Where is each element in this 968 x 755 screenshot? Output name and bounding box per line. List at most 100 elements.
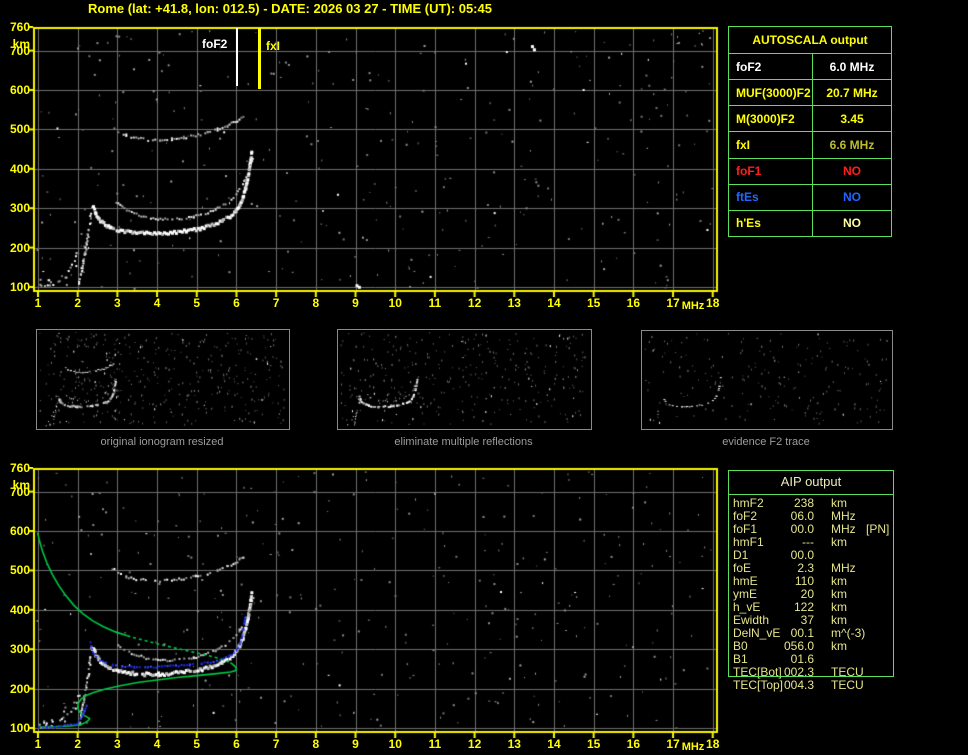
autoscala-row-label: foF2 — [729, 54, 813, 80]
autoscala-row-value: NO — [843, 190, 861, 205]
thumbnail-caption-original: original ionogram resized — [100, 436, 224, 448]
autoscala-table-row: M(3000)F2 3.45 — [729, 106, 891, 133]
autoscala-window: Rome (lat: +41.8, lon: 012.5) - DATE: 20… — [0, 0, 968, 755]
x-tick-label-top: 11 — [428, 296, 442, 310]
y-tick-label-top: 400 — [9, 161, 30, 176]
autoscala-row-value: 3.45 — [840, 111, 864, 126]
y-tick-label-bottom: 500 — [9, 563, 30, 578]
autoscala-output-table: AUTOSCALA output foF2 6.0 MHz MUF(3000)F2 2… — [728, 26, 892, 237]
y-tick-label-top: 600 — [9, 83, 30, 98]
autoscala-table-row: MUF(3000)F2 20.7 MHz — [729, 80, 891, 107]
thumbnail-canvas-evidence — [642, 331, 890, 427]
x-tick-label-bottom: 16 — [626, 737, 641, 751]
y-tick-label-bottom: 400 — [9, 602, 30, 617]
aip-row-value: 004.3 — [783, 678, 814, 692]
autoscala-table-row: foF1 NO — [729, 158, 891, 185]
x-tick-label-top: 8 — [312, 296, 320, 310]
x-tick-label-bottom: 8 — [312, 737, 320, 751]
autoscala-row-value: 6.0 MHz — [829, 59, 875, 74]
y-tick-label-top: 300 — [9, 201, 30, 216]
x-tick-label-bottom: 12 — [467, 737, 482, 751]
fof2-marker-label: foF2 — [202, 37, 228, 51]
x-tick-label-bottom: 13 — [507, 737, 521, 751]
x-tick-label-bottom: 10 — [388, 737, 402, 751]
x-tick-label-bottom: 7 — [272, 737, 280, 751]
x-axis-unit-top: MHz — [681, 300, 705, 312]
x-tick-label-top: 3 — [114, 296, 121, 310]
aip-row-unit: km — [831, 639, 847, 653]
x-tick-label-top: 5 — [193, 296, 201, 310]
y-tick-label-top: 760 — [9, 20, 30, 34]
x-tick-label-bottom: 9 — [352, 737, 359, 751]
autoscala-row-label: foF1 — [729, 158, 813, 184]
autoscala-row-label: M(3000)F2 — [729, 106, 813, 132]
x-tick-label-top: 1 — [34, 296, 42, 310]
y-tick-label-bottom: 300 — [9, 642, 30, 657]
autoscala-row-label: MUF(3000)F2 — [729, 80, 813, 106]
autoscala-row-value: 6.6 MHz — [829, 137, 875, 152]
x-tick-label-bottom: 14 — [547, 737, 561, 751]
x-tick-label-bottom: 3 — [114, 737, 121, 751]
x-tick-label-top: 9 — [352, 296, 359, 310]
x-tick-label-top: 13 — [507, 296, 521, 310]
x-tick-label-top: 14 — [547, 296, 561, 310]
autoscala-table-row: fxI 6.6 MHz — [729, 132, 891, 159]
x-tick-label-top: 10 — [388, 296, 402, 310]
x-tick-label-top: 7 — [272, 296, 280, 310]
x-tick-label-top: 15 — [586, 296, 601, 310]
thumbnail-canvas-original — [37, 330, 287, 427]
ionogram-canvas-top — [28, 26, 720, 297]
x-axis-unit-bottom: MHz — [681, 741, 705, 753]
autoscala-row-label: ftEs — [729, 184, 813, 210]
aip-row-unit: km — [831, 535, 847, 549]
autoscala-table-header: AUTOSCALA output — [729, 27, 891, 54]
autoscala-row-value: 20.7 MHz — [826, 85, 878, 100]
y-tick-label-bottom: 100 — [9, 721, 30, 735]
thumbnail-evidence-f2 — [641, 330, 893, 430]
page-title: Rome (lat: +41.8, lon: 012.5) - DATE: 20… — [88, 1, 492, 16]
x-tick-label-bottom: 11 — [428, 737, 442, 751]
aip-output-table: AIP output hmF2 238 km foF2 06.0 MHz foF1 00.0 M… — [728, 470, 894, 698]
y-tick-label-top: 100 — [9, 280, 30, 294]
x-tick-label-top: 16 — [626, 296, 641, 310]
autoscala-row-value: NO — [843, 164, 861, 179]
y-axis-unit-bottom: km — [12, 478, 30, 492]
x-tick-label-bottom: 2 — [74, 737, 82, 751]
fof2-marker-line — [236, 28, 238, 86]
x-tick-label-bottom: 6 — [233, 737, 240, 751]
thumbnail-eliminate-reflections — [337, 329, 592, 430]
fxi-marker-line — [258, 28, 261, 89]
x-tick-label-top: 4 — [153, 296, 161, 310]
aip-row-note: [PN] — [866, 522, 890, 536]
x-tick-label-bottom: 1 — [34, 737, 42, 751]
aip-table-rows: hmF2 238 km foF2 06.0 MHz foF1 00.0 MHz [PN] hmF1-… — [728, 497, 894, 692]
y-tick-label-top: 200 — [9, 240, 30, 255]
y-tick-label-bottom: 200 — [9, 681, 30, 696]
x-tick-label-top: 2 — [74, 296, 82, 310]
x-tick-label-bottom: 5 — [193, 737, 201, 751]
y-tick-label-top: 500 — [9, 122, 30, 137]
y-tick-label-bottom: 600 — [9, 524, 30, 539]
ionogram-canvas-bottom — [28, 467, 720, 738]
x-tick-label-top: 12 — [467, 296, 482, 310]
aip-table-row: TEC[Top] 004.3 TECU — [728, 679, 894, 692]
autoscala-row-label: h'Es — [729, 210, 813, 236]
autoscala-table-row: foF2 6.0 MHz — [729, 54, 891, 81]
x-tick-label-bottom: 4 — [153, 737, 161, 751]
thumbnail-caption-reflections: eliminate multiple reflections — [394, 436, 533, 448]
y-tick-label-bottom: 760 — [9, 461, 30, 475]
thumbnail-caption-evidence: evidence F2 trace — [722, 436, 810, 448]
x-tick-label-bottom: 15 — [586, 737, 601, 751]
aip-table-header: AIP output — [780, 474, 842, 489]
aip-header-separator — [728, 494, 894, 495]
aip-row-unit: TECU — [831, 678, 864, 692]
autoscala-row-value: NO — [843, 216, 861, 231]
thumbnail-original-ionogram — [36, 329, 290, 430]
y-axis-unit-top: km — [12, 37, 30, 51]
x-tick-label-top: 6 — [233, 296, 240, 310]
fxi-marker-label: fxI — [266, 39, 281, 53]
autoscala-row-label: fxI — [729, 132, 813, 158]
autoscala-table-row: ftEs NO — [729, 184, 891, 211]
thumbnail-canvas-reflections — [338, 330, 589, 427]
autoscala-table-row: h'Es NO — [729, 210, 891, 236]
